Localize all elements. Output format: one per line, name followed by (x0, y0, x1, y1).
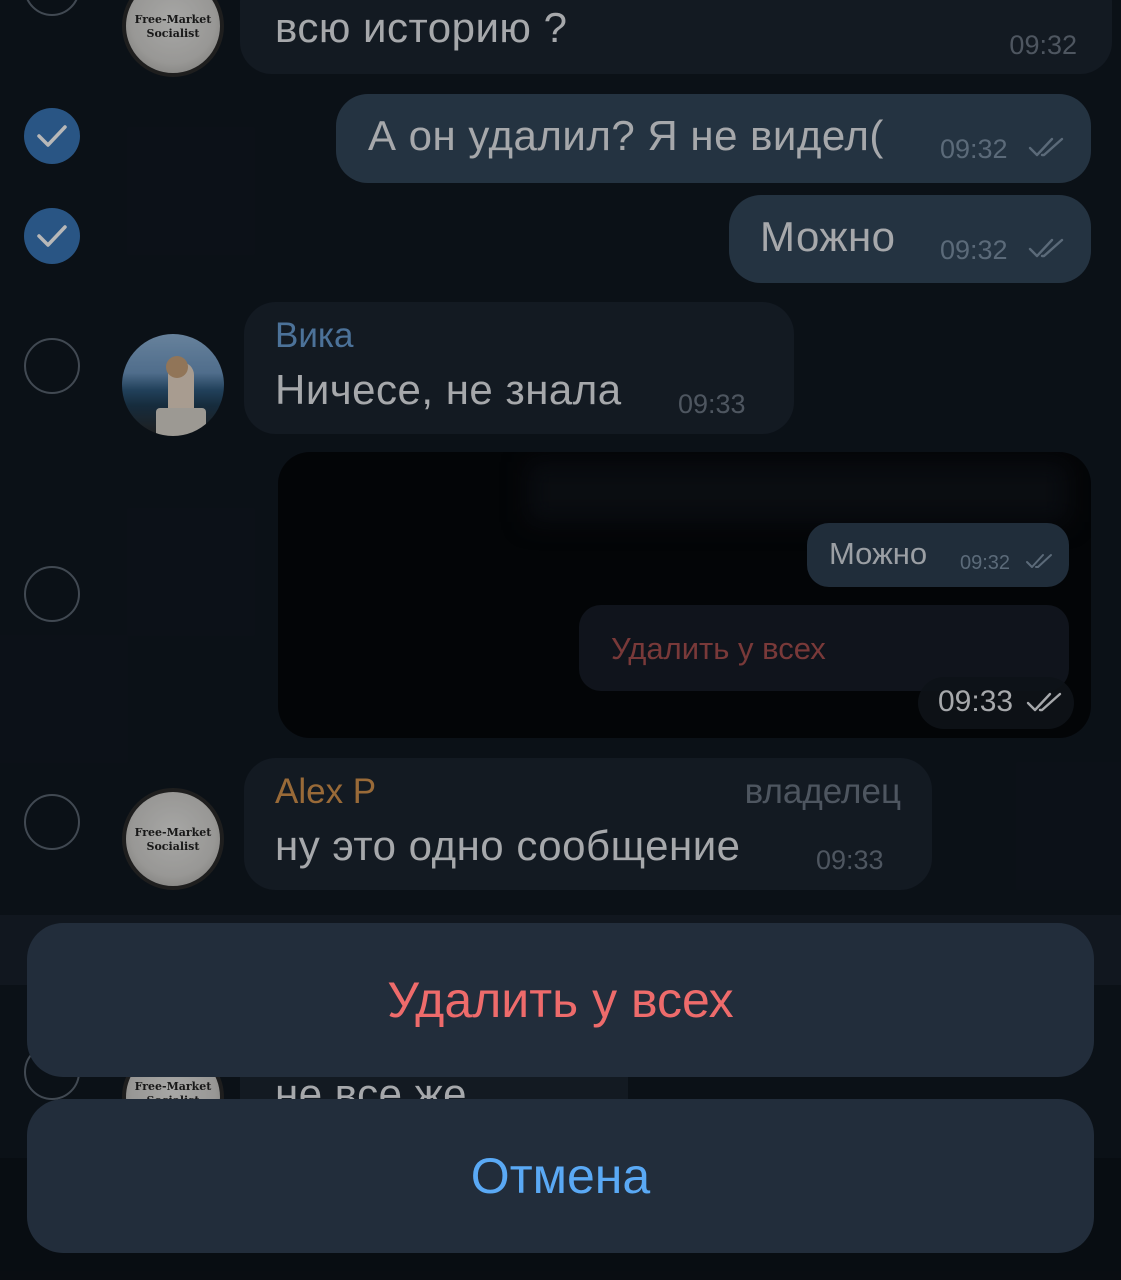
double-check-icon (1028, 137, 1064, 157)
message-text: ну это одно сообщение (275, 822, 741, 869)
message-bubble[interactable]: А он удалил? Я не видел( 09:32 (336, 94, 1091, 183)
avatar[interactable]: Free-MarketSocialist (122, 788, 224, 890)
avatar-logo: Free-MarketSocialist (134, 13, 212, 40)
message-time: 09:33 (816, 845, 884, 875)
message-time: 09:33 (938, 685, 1014, 718)
select-circle-checked[interactable] (24, 208, 80, 264)
message-time: 09:33 (678, 389, 746, 419)
select-circle[interactable] (24, 566, 80, 622)
sender-name[interactable]: Вика (275, 316, 353, 356)
avatar-chair (156, 408, 206, 436)
avatar[interactable] (122, 334, 224, 436)
checkmark-icon (37, 225, 67, 247)
avatar-logo: Free-MarketSocialist (134, 826, 212, 853)
admin-badge: владелец (744, 772, 901, 811)
image-message[interactable]: Можно 09:32 Удалить у всех 09:33 (278, 452, 1091, 738)
message-time: 09:32 (940, 134, 1008, 164)
select-circle-checked[interactable] (24, 108, 80, 164)
message-bubble[interactable]: Вика Ничесе, не знала 09:33 (244, 302, 794, 434)
select-circle[interactable] (24, 794, 80, 850)
screenshot-bubble: Можно 09:32 (807, 523, 1069, 587)
screenshot-bubble-text: Можно (829, 536, 928, 571)
select-circle[interactable] (24, 0, 80, 16)
message-bubble[interactable]: Alex P владелец ну это одно сообщение 09… (244, 758, 932, 890)
double-check-icon (1026, 554, 1052, 568)
message-text: А он удалил? Я не видел( (368, 112, 884, 159)
cancel-label: Отмена (470, 1148, 651, 1204)
checkmark-icon (37, 125, 67, 147)
screenshot-bubble-time: 09:32 (960, 552, 1011, 574)
message-text: Ничесе, не знала (275, 366, 622, 413)
double-check-icon (1026, 692, 1062, 712)
select-circle[interactable] (24, 338, 80, 394)
screenshot-action-label: Удалить у всех (611, 631, 826, 666)
message-time: 09:32 (1009, 30, 1077, 60)
avatar-head (166, 356, 188, 378)
message-bubble[interactable]: Можно 09:32 (729, 195, 1091, 283)
delete-for-all-button[interactable]: Удалить у всех (27, 923, 1094, 1077)
image-time-pill: 09:33 (918, 677, 1074, 729)
sender-name[interactable]: Alex P (275, 772, 376, 812)
chat-area: Free-Market Socialist всю историю ? 09:32… (0, 0, 1121, 1280)
message-text: Можно (760, 213, 896, 260)
avatar[interactable]: Free-MarketSocialist (122, 0, 224, 77)
image-blur-area (528, 462, 1068, 522)
delete-for-all-label: Удалить у всех (387, 972, 734, 1028)
cancel-button[interactable]: Отмена (27, 1099, 1094, 1253)
message-bubble[interactable]: всю историю ? 09:32 (240, 0, 1112, 74)
message-text: всю историю ? (275, 4, 568, 51)
message-time: 09:32 (940, 235, 1008, 265)
double-check-icon (1028, 238, 1064, 258)
